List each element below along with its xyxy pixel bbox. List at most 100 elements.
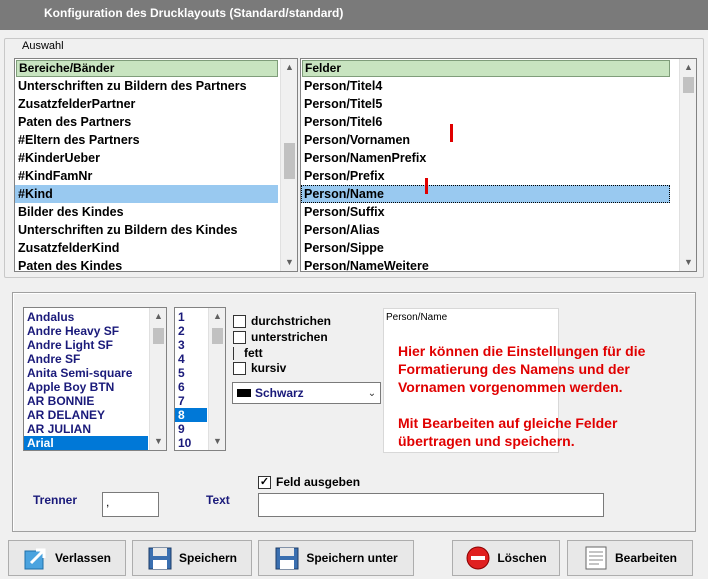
save-button[interactable]: Speichern	[132, 540, 252, 576]
annotation-mark	[450, 124, 453, 142]
scroll-up-icon[interactable]: ▲	[209, 308, 225, 325]
scroll-thumb[interactable]	[683, 77, 694, 93]
fields-scrollbar[interactable]: ▲ ▼	[679, 59, 696, 271]
scroll-up-icon[interactable]: ▲	[680, 59, 696, 76]
annotation-mark	[425, 178, 428, 194]
separator-input[interactable]: ,	[102, 492, 159, 517]
text-input[interactable]	[258, 493, 604, 517]
checkbox-box[interactable]	[233, 346, 239, 360]
hint-text: Hier können die Einstellungen für die Fo…	[398, 342, 694, 468]
list-item[interactable]: ZusatzfelderPartner	[15, 95, 297, 113]
list-item[interactable]: Person/Titel4	[301, 77, 696, 95]
list-item[interactable]: Person/Alias	[301, 221, 696, 239]
scroll-down-icon[interactable]: ▼	[281, 254, 297, 271]
strikethrough-checkbox[interactable]: durchstrichen	[233, 314, 331, 328]
list-item[interactable]: AR DELANEY	[24, 408, 166, 422]
delete-button[interactable]: Löschen	[452, 540, 560, 576]
selection-group-legend: Auswahl	[20, 40, 66, 52]
list-item[interactable]: Person/NamenPrefix	[301, 149, 696, 167]
button-label: Verlassen	[54, 551, 112, 565]
scroll-thumb[interactable]	[212, 328, 223, 344]
scroll-thumb[interactable]	[284, 143, 295, 179]
list-item[interactable]: Anita Semi-square	[24, 366, 166, 380]
list-item-selected[interactable]: #Kind	[15, 185, 278, 203]
list-item[interactable]: Person/Vornamen	[301, 131, 696, 149]
list-item[interactable]: Person/Titel6	[301, 113, 696, 131]
size-listbox[interactable]: 1 2 3 4 5 6 7 8 9 10 ▲ ▼	[174, 307, 226, 451]
list-item[interactable]: Person/Titel5	[301, 95, 696, 113]
list-item[interactable]: #KindFamNr	[15, 167, 297, 185]
list-item[interactable]: Bilder des Kindes	[15, 203, 297, 221]
save-as-button[interactable]: Speichern unter	[258, 540, 414, 576]
floppy-disk-icon	[147, 545, 173, 571]
list-item[interactable]: Andalus	[24, 310, 166, 324]
checkbox-label: fett	[244, 346, 263, 360]
scroll-up-icon[interactable]: ▲	[150, 308, 166, 325]
list-item[interactable]: Paten des Partners	[15, 113, 297, 131]
list-item[interactable]: Person/NameWeitere	[301, 257, 696, 271]
size-scrollbar[interactable]: ▲ ▼	[208, 308, 225, 450]
font-scrollbar[interactable]: ▲ ▼	[149, 308, 166, 450]
font-listbox[interactable]: Andalus Andre Heavy SF Andre Light SF An…	[23, 307, 167, 451]
checkbox-label: Feld ausgeben	[276, 475, 361, 489]
scroll-down-icon[interactable]: ▼	[150, 433, 166, 450]
floppy-disk-plus-icon	[274, 545, 300, 571]
checkbox-label: durchstrichen	[251, 314, 332, 328]
output-field-checkbox[interactable]: ✓ Feld ausgeben	[258, 475, 360, 489]
list-item[interactable]: #KinderUeber	[15, 149, 297, 167]
scroll-up-icon[interactable]: ▲	[281, 59, 297, 76]
button-label: Speichern unter	[306, 551, 398, 565]
list-item-selected[interactable]: Arial	[24, 436, 148, 450]
fields-listbox[interactable]: Felder Person/Titel4 Person/Titel5 Perso…	[300, 58, 697, 272]
list-item-selected[interactable]: Person/Name	[301, 185, 670, 203]
document-edit-icon	[583, 545, 609, 571]
preview-field-name: Person/Name	[386, 312, 448, 323]
checkbox-box[interactable]	[233, 330, 246, 344]
list-item[interactable]: Paten des Kindes	[15, 257, 297, 271]
button-label: Bearbeiten	[614, 551, 678, 565]
delete-icon	[465, 545, 491, 571]
list-item[interactable]: Person/Sippe	[301, 239, 696, 257]
list-item[interactable]: Andre Light SF	[24, 338, 166, 352]
list-item[interactable]: Andre Heavy SF	[24, 324, 166, 338]
areas-scrollbar[interactable]: ▲ ▼	[280, 59, 297, 271]
color-select-value: Schwarz	[255, 386, 304, 400]
list-item[interactable]: AR BONNIE	[24, 394, 166, 408]
chevron-down-icon[interactable]: ⌄	[364, 388, 380, 399]
areas-listbox[interactable]: Bereiche/Bänder Unterschriften zu Bilder…	[14, 58, 298, 272]
list-item[interactable]: AR JULIAN	[24, 422, 166, 436]
list-item[interactable]: Unterschriften zu Bildern des Partners	[15, 77, 297, 95]
scroll-down-icon[interactable]: ▼	[209, 433, 225, 450]
window-title: Konfiguration des Drucklayouts (Standard…	[44, 6, 344, 20]
underline-checkbox[interactable]: unterstrichen	[233, 330, 328, 344]
title-bar: Konfiguration des Drucklayouts (Standard…	[0, 0, 708, 30]
scroll-down-icon[interactable]: ▼	[680, 254, 696, 271]
list-item[interactable]: Apple Boy BTN	[24, 380, 166, 394]
text-label: Text	[206, 493, 230, 507]
edit-button[interactable]: Bearbeiten	[567, 540, 693, 576]
checkbox-box[interactable]	[233, 361, 246, 375]
hint-paragraph: Hier können die Einstellungen für die Fo…	[398, 343, 646, 395]
fields-list-header: Felder	[302, 60, 670, 77]
button-label: Löschen	[497, 551, 547, 565]
list-item[interactable]: #Eltern des Partners	[15, 131, 297, 149]
exit-arrow-icon	[23, 545, 49, 571]
italic-checkbox[interactable]: kursiv	[233, 361, 286, 375]
areas-list-header: Bereiche/Bänder	[16, 60, 278, 77]
button-label: Speichern	[178, 551, 238, 565]
list-item[interactable]: ZusatzfelderKind	[15, 239, 297, 257]
list-item[interactable]: Andre SF	[24, 352, 166, 366]
checkbox-box[interactable]	[233, 314, 246, 328]
color-swatch	[237, 389, 251, 397]
color-select[interactable]: Schwarz ⌄	[232, 382, 381, 404]
list-item[interactable]: Person/Suffix	[301, 203, 696, 221]
checkbox-label: unterstrichen	[251, 330, 328, 344]
list-item-selected[interactable]: 8	[175, 408, 207, 422]
list-item[interactable]: Unterschriften zu Bildern des Kindes	[15, 221, 297, 239]
checkbox-box[interactable]: ✓	[258, 475, 271, 489]
bold-checkbox[interactable]: fett	[233, 346, 263, 360]
checkbox-label: kursiv	[251, 361, 287, 375]
list-item[interactable]: Person/Prefix	[301, 167, 696, 185]
leave-button[interactable]: Verlassen	[8, 540, 126, 576]
scroll-thumb[interactable]	[153, 328, 164, 344]
